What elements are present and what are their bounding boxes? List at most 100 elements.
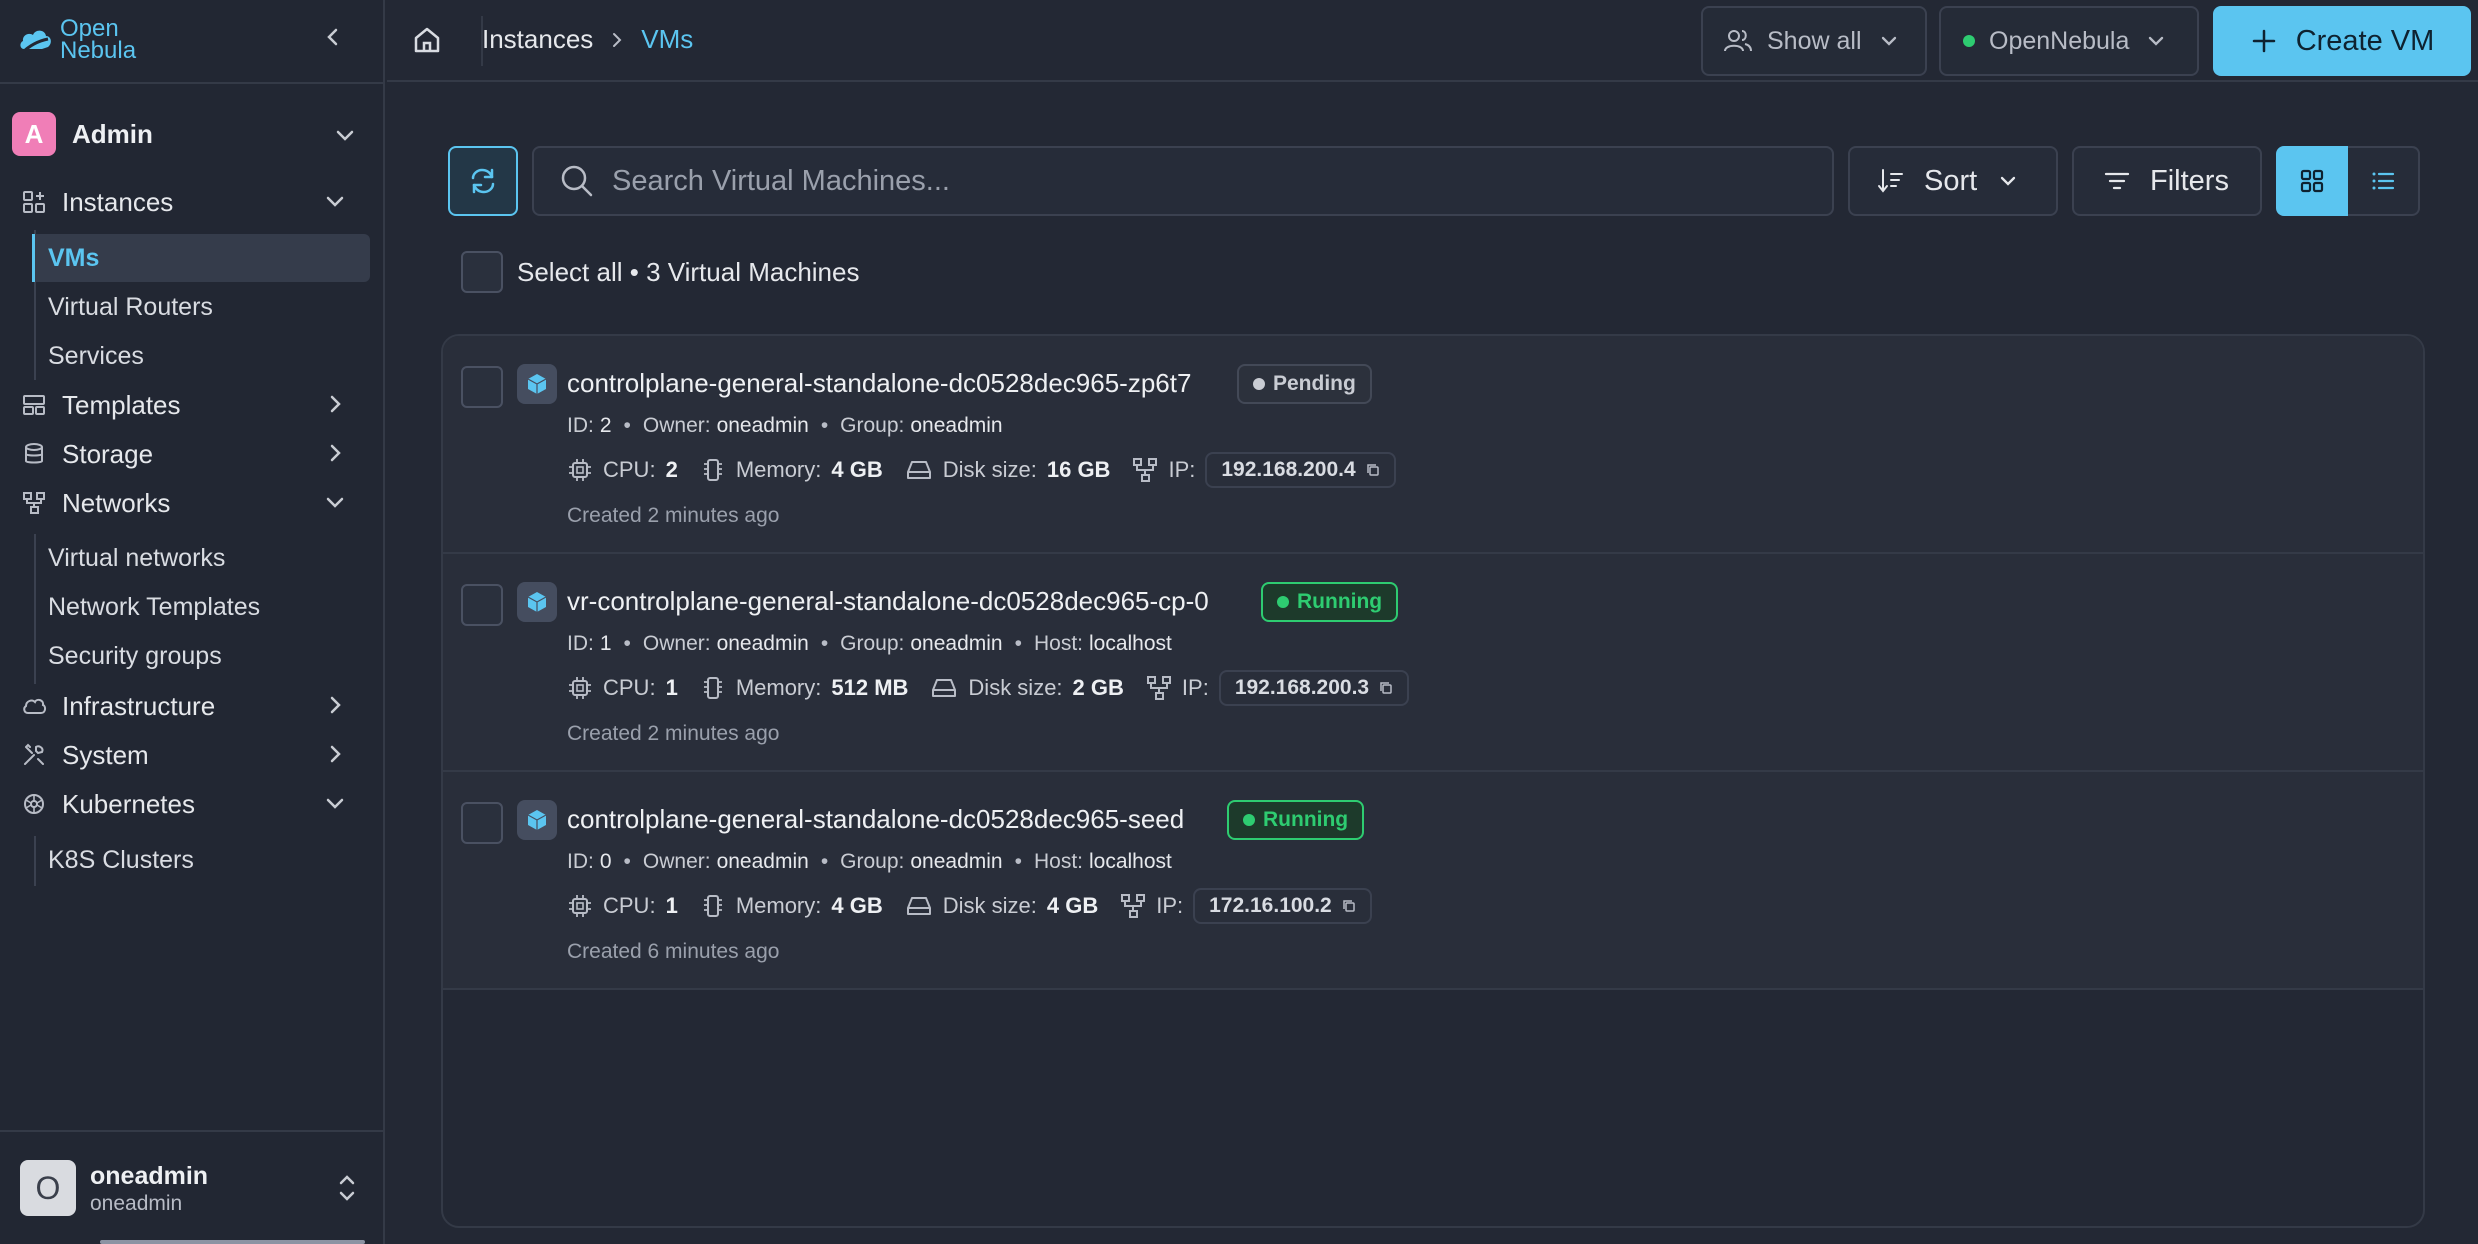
networks-icon	[20, 489, 48, 517]
search-bar	[532, 146, 1834, 216]
sidebar-section-system[interactable]: System	[20, 734, 360, 776]
sidebar-section-templates[interactable]: Templates	[20, 384, 360, 426]
home-icon	[414, 27, 440, 53]
disk-icon	[905, 457, 933, 483]
vm-meta: ID: 0 • Owner: oneadmin • Group: oneadmin •…	[567, 850, 1172, 873]
chevron-down-icon	[1881, 36, 1896, 46]
vm-specs: CPU: 1 Memory: 512 MB Disk size: 2 GB IP: 1…	[567, 668, 1431, 708]
filter-icon	[2104, 172, 2130, 190]
status-badge: Running	[1227, 800, 1365, 840]
memory-icon	[700, 675, 726, 701]
vm-card[interactable]: controlplane-general-standalone-dc0528de…	[443, 772, 2423, 990]
vm-id: 0	[599, 850, 612, 873]
kubernetes-icon	[20, 790, 48, 818]
vm-checkbox[interactable]	[461, 366, 503, 408]
sidebar-item-k8s-clusters[interactable]: K8S Clusters	[32, 836, 370, 884]
ip-chip[interactable]: 192.168.200.3	[1218, 670, 1410, 706]
collapse-sidebar-button[interactable]	[318, 22, 348, 52]
cpu-icon	[567, 893, 593, 919]
status-badge: Running	[1261, 582, 1399, 622]
sidebar-section-infrastructure[interactable]: Infrastructure	[20, 685, 360, 727]
vm-id: 2	[599, 414, 612, 437]
storage-icon	[20, 440, 48, 468]
vm-card[interactable]: controlplane-general-standalone-dc0528de…	[443, 336, 2423, 554]
user-menu[interactable]: O oneadmin oneadmin	[20, 1160, 370, 1220]
vm-checkbox[interactable]	[461, 584, 503, 626]
home-button[interactable]	[411, 24, 443, 61]
users-icon	[1724, 30, 1752, 52]
sidebar-item-vms[interactable]: VMs	[32, 234, 370, 282]
memory-icon	[700, 893, 726, 919]
sidebar-divider	[0, 1130, 385, 1132]
zone-selector[interactable]: OpenNebula	[1939, 6, 2199, 76]
copy-icon	[1380, 682, 1392, 694]
vm-name[interactable]: controlplane-general-standalone-dc0528de…	[567, 804, 1184, 835]
chevron-right-icon	[330, 395, 341, 413]
vm-cpu: 1	[665, 893, 678, 918]
sidebar: Open Nebula A Admin Instances VMs Virtua…	[0, 0, 385, 1244]
create-vm-button[interactable]: Create VM	[2213, 6, 2471, 76]
chevron-right-icon	[613, 32, 622, 47]
status-dot	[1253, 378, 1265, 390]
vm-disk: 2 GB	[1072, 675, 1124, 700]
vm-name[interactable]: controlplane-general-standalone-dc0528de…	[567, 368, 1191, 399]
sidebar-item-services[interactable]: Services	[32, 332, 370, 380]
vm-disk: 16 GB	[1046, 457, 1111, 482]
sidebar-section-kubernetes[interactable]: Kubernetes	[20, 783, 360, 825]
cpu-icon	[567, 675, 593, 701]
user-group: oneadmin	[90, 1192, 183, 1215]
status-badge: Pending	[1237, 364, 1372, 404]
list-view-button[interactable]	[2348, 146, 2420, 216]
chevron-left-icon	[327, 28, 338, 46]
plus-icon	[2252, 29, 2275, 53]
sidebar-item-virtual-networks[interactable]: Virtual networks	[32, 534, 370, 582]
ip-chip[interactable]: 192.168.200.4	[1205, 452, 1396, 488]
vm-ip: 172.16.100.2	[1209, 894, 1332, 917]
breadcrumb-instances[interactable]: Instances	[482, 24, 593, 55]
network-icon	[1120, 893, 1146, 919]
opennebula-logo[interactable]: Open Nebula	[18, 17, 137, 64]
group-avatar: A	[12, 112, 56, 156]
ip-chip[interactable]: 172.16.100.2	[1193, 888, 1372, 924]
sidebar-section-storage[interactable]: Storage	[20, 433, 360, 475]
vm-checkbox[interactable]	[461, 802, 503, 844]
select-all-checkbox[interactable]	[461, 251, 503, 293]
vm-count: 3 Virtual Machines	[646, 256, 860, 287]
show-all-button[interactable]: Show all	[1701, 6, 1927, 76]
sidebar-section-instances[interactable]: Instances	[20, 181, 360, 223]
vm-meta: ID: 1 • Owner: oneadmin • Group: oneadmin •…	[567, 632, 1172, 655]
group-selector[interactable]: A Admin	[12, 110, 372, 158]
copy-icon	[1343, 900, 1355, 912]
vm-name[interactable]: vr-controlplane-general-standalone-dc052…	[567, 586, 1209, 617]
chevron-down-icon	[336, 130, 354, 141]
vm-memory: 512 MB	[831, 675, 909, 700]
show-all-label: Show all	[1767, 26, 1862, 55]
search-input[interactable]	[612, 164, 1712, 198]
status-dot	[1243, 814, 1255, 826]
vm-ip: 192.168.200.3	[1234, 676, 1370, 699]
network-icon	[1132, 457, 1158, 483]
vm-owner: oneadmin	[716, 850, 809, 873]
sidebar-item-virtual-routers[interactable]: Virtual Routers	[32, 283, 370, 331]
vm-card[interactable]: vr-controlplane-general-standalone-dc052…	[443, 554, 2423, 772]
sidebar-item-network-templates[interactable]: Network Templates	[32, 583, 370, 631]
sort-button[interactable]: Sort	[1848, 146, 2058, 216]
chevron-down-icon	[326, 798, 344, 809]
logo-word-nebula: Nebula	[60, 37, 137, 64]
refresh-button[interactable]	[448, 146, 518, 216]
breadcrumb-vms: VMs	[641, 24, 694, 54]
sidebar-section-networks[interactable]: Networks	[20, 482, 360, 524]
vm-host: localhost	[1088, 632, 1172, 655]
chevron-down-icon	[2149, 36, 2164, 46]
grid-view-button[interactable]	[2276, 146, 2348, 216]
sidebar-item-security-groups[interactable]: Security groups	[32, 632, 370, 680]
disk-icon	[905, 893, 933, 919]
filters-button[interactable]: Filters	[2072, 146, 2262, 216]
sidebar-section-label: Storage	[62, 438, 154, 469]
chevron-down-icon	[2001, 176, 2016, 186]
vm-created: Created 2 minutes ago	[567, 722, 780, 745]
vm-meta: ID: 2 • Owner: oneadmin • Group: oneadmin	[567, 414, 1003, 437]
breadcrumb: Instances VMs	[482, 24, 693, 55]
vm-memory: 4 GB	[831, 893, 883, 918]
vm-owner: oneadmin	[716, 414, 809, 437]
